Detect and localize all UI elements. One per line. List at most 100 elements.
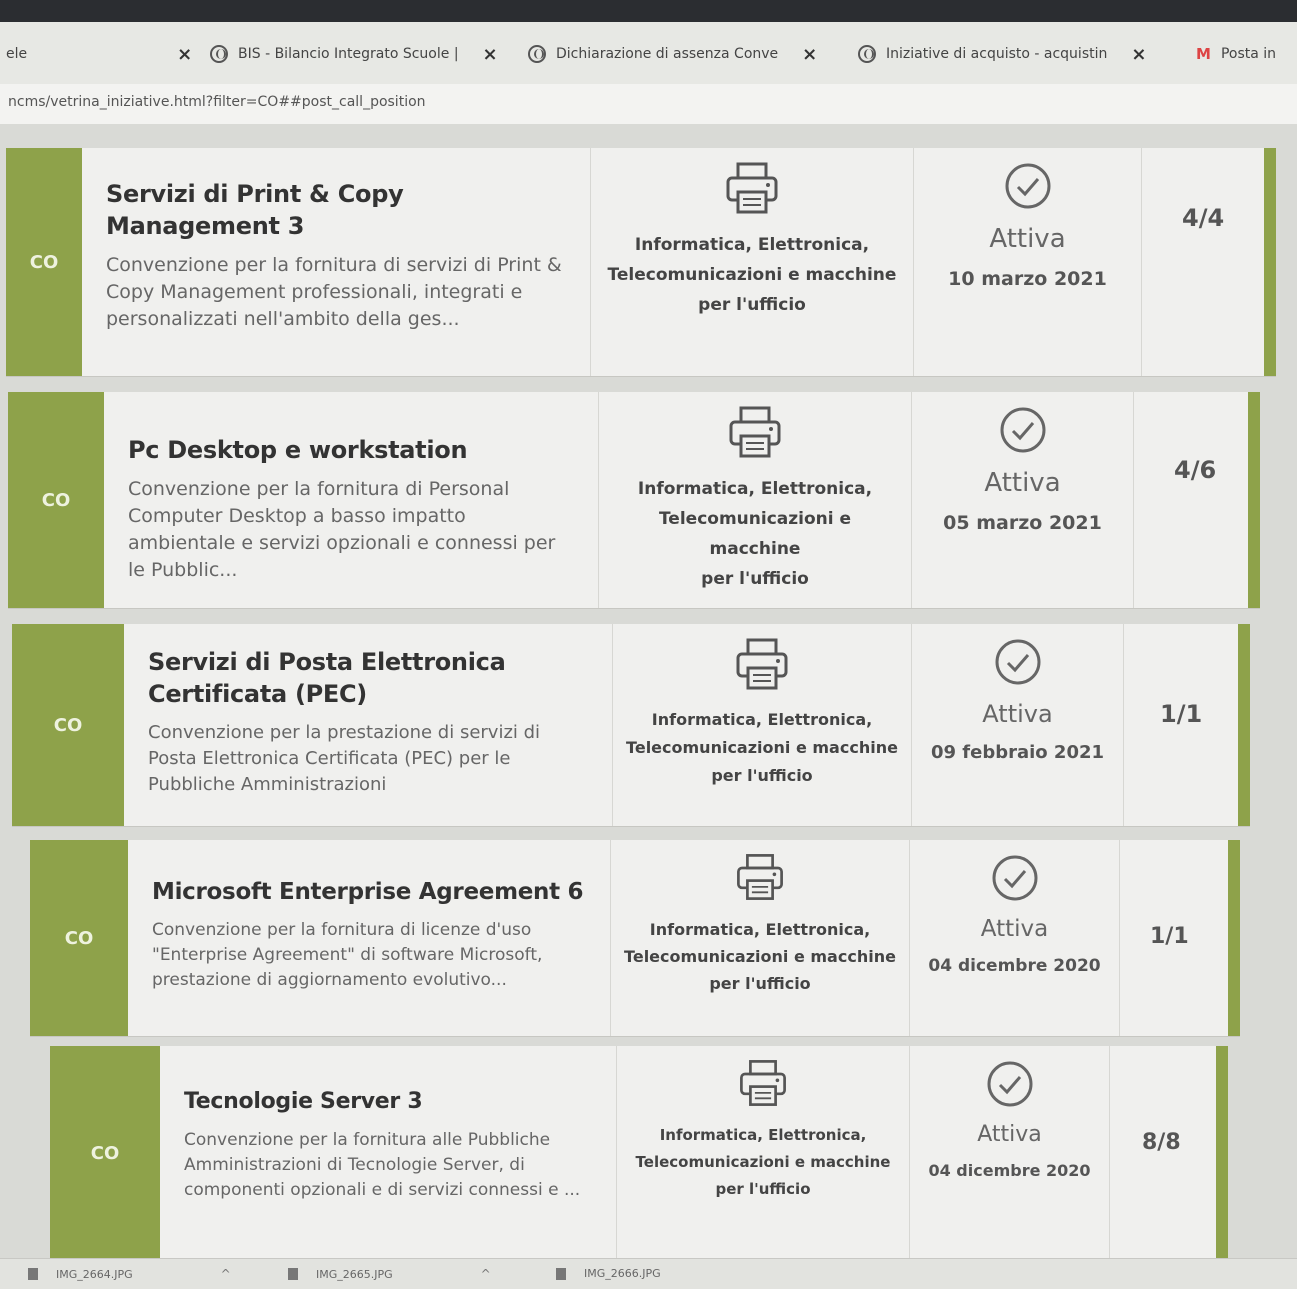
lots-count-cell: 1/1 — [1120, 840, 1228, 1036]
category-label: Informatica, Elettronica, Telecomunicazi… — [591, 230, 913, 320]
lots-count-cell: 4/6 — [1134, 392, 1248, 608]
category-cell: Informatica, Elettronica, Telecomunicazi… — [598, 392, 912, 608]
category-line: Telecomunicazioni e macchine — [658, 509, 852, 559]
initiative-title[interactable]: Microsoft Enterprise Agreement 6 — [152, 876, 584, 908]
lots-count: 1/1 — [1150, 924, 1189, 949]
category-line: per l'ufficio — [701, 569, 809, 589]
printer-icon — [726, 162, 778, 214]
status-cell: Attiva 05 marzo 2021 — [912, 392, 1134, 608]
close-icon[interactable]: × — [483, 44, 498, 65]
type-badge: CO — [8, 392, 104, 608]
download-item[interactable]: IMG_2665.JPG ^ — [288, 1267, 491, 1281]
initiative-description: Convenzione per la fornitura di servizi … — [106, 254, 562, 330]
category-line: Telecomunicazioni e macchine — [626, 738, 898, 757]
lots-count-cell: 4/4 — [1142, 148, 1264, 376]
download-filename: IMG_2665.JPG — [316, 1267, 393, 1281]
browser-tab-4[interactable]: Iniziative di acquisto - acquistin × — [858, 32, 1146, 76]
download-filename: IMG_2666.JPG — [584, 1267, 661, 1280]
browser-tab-2[interactable]: BIS - Bilancio Integrato Scuole | × — [210, 32, 498, 76]
initiative-description: Convenzione per la fornitura alle Pubbli… — [184, 1130, 581, 1200]
tab-title: Iniziative di acquisto - acquistin — [886, 46, 1108, 62]
globe-icon — [210, 45, 228, 63]
category-line: Telecomunicazioni e macchine — [607, 265, 897, 285]
category-label: Informatica, Elettronica, Telecomunicazi… — [617, 1122, 909, 1203]
category-line: Informatica, Elettronica, — [649, 920, 871, 939]
printer-icon — [740, 1060, 786, 1106]
category-line: Telecomunicazioni e macchine — [624, 947, 896, 966]
lots-count: 1/1 — [1160, 700, 1203, 728]
chevron-up-icon[interactable]: ^ — [481, 1267, 491, 1281]
file-icon — [288, 1268, 298, 1280]
category-line: per l'ufficio — [698, 295, 806, 315]
category-line: Telecomunicazioni e macchine — [635, 1153, 891, 1171]
lots-count-cell: 1/1 — [1124, 624, 1238, 826]
initiative-title[interactable]: Servizi di Posta Elettronica Certificata… — [148, 646, 586, 710]
status-date: 09 febbraio 2021 — [930, 742, 1105, 763]
initiative-info: Servizi di Print & Copy Management 3 Con… — [82, 148, 590, 376]
printer-icon — [736, 638, 788, 690]
initiative-description: Convenzione per la fornitura di licenze … — [152, 920, 543, 990]
initiative-row[interactable]: CO Servizi di Print & Copy Management 3 … — [6, 148, 1276, 376]
globe-icon — [858, 45, 876, 63]
type-badge: CO — [50, 1046, 160, 1260]
status-label: Attiva — [977, 1122, 1042, 1147]
printer-icon — [737, 854, 783, 900]
lots-count: 8/8 — [1142, 1130, 1181, 1155]
initiative-title[interactable]: Servizi di Print & Copy Management 3 — [106, 178, 564, 242]
type-badge: CO — [30, 840, 128, 1036]
status-label: Attiva — [982, 700, 1053, 728]
close-icon[interactable]: × — [802, 44, 817, 65]
browser-tab-strip: ele × BIS - Bilancio Integrato Scuole | … — [0, 22, 1297, 85]
url-text[interactable]: ncms/vetrina_iniziative.html?filter=CO##… — [8, 94, 426, 110]
category-line: per l'ufficio — [711, 766, 813, 785]
close-icon[interactable]: × — [177, 44, 192, 65]
status-label: Attiva — [980, 916, 1049, 942]
browser-tab-1[interactable]: ele × — [6, 32, 192, 76]
download-filename: IMG_2664.JPG — [56, 1267, 133, 1281]
printer-icon — [729, 406, 781, 458]
file-icon — [556, 1267, 566, 1280]
initiative-row[interactable]: CO Microsoft Enterprise Agreement 6 Conv… — [30, 840, 1240, 1036]
tab-title: ele — [6, 46, 28, 62]
status-cell: Attiva 10 marzo 2021 — [914, 148, 1142, 376]
category-label: Informatica, Elettronica, Telecomunicazi… — [599, 474, 911, 594]
browser-tab-5[interactable]: M Posta in — [1196, 32, 1276, 76]
category-cell: Informatica, Elettronica, Telecomunicazi… — [590, 148, 914, 376]
close-icon[interactable]: × — [1131, 44, 1146, 65]
status-cell: Attiva 04 dicembre 2020 — [910, 840, 1120, 1036]
initiative-row[interactable]: CO Pc Desktop e workstation Convenzione … — [8, 392, 1260, 608]
tab-title: Posta in — [1220, 46, 1277, 62]
category-line: Informatica, Elettronica, — [659, 1126, 867, 1144]
file-icon — [28, 1268, 38, 1280]
initiative-info: Tecnologie Server 3 Convenzione per la f… — [160, 1046, 616, 1260]
initiative-title[interactable]: Pc Desktop e workstation — [128, 434, 572, 466]
download-item[interactable]: IMG_2666.JPG — [556, 1267, 661, 1280]
check-circle-icon — [1000, 407, 1045, 453]
category-cell: Informatica, Elettronica, Telecomunicazi… — [616, 1046, 910, 1260]
download-item[interactable]: IMG_2664.JPG ^ — [28, 1267, 231, 1281]
status-date: 10 marzo 2021 — [948, 268, 1107, 290]
status-date: 04 dicembre 2020 — [928, 956, 1101, 976]
status-cell: Attiva 04 dicembre 2020 — [910, 1046, 1110, 1260]
chevron-up-icon[interactable]: ^ — [221, 1267, 231, 1281]
category-line: Informatica, Elettronica, — [634, 235, 870, 255]
initiative-row[interactable]: CO Tecnologie Server 3 Convenzione per l… — [50, 1046, 1228, 1260]
initiative-row[interactable]: CO Servizi di Posta Elettronica Certific… — [12, 624, 1250, 826]
initiative-title[interactable]: Tecnologie Server 3 — [184, 1086, 590, 1118]
lots-count: 4/4 — [1182, 204, 1225, 232]
initiative-description: Convenzione per la prestazione di serviz… — [148, 722, 541, 795]
check-circle-icon — [992, 855, 1037, 901]
check-circle-icon — [1005, 163, 1050, 209]
address-bar[interactable]: ncms/vetrina_iniziative.html?filter=CO##… — [0, 84, 1297, 124]
type-badge: CO — [12, 624, 124, 826]
status-date: 05 marzo 2021 — [943, 512, 1102, 534]
category-line: Informatica, Elettronica, — [651, 710, 873, 729]
initiatives-list: CO Servizi di Print & Copy Management 3 … — [0, 124, 1297, 1260]
status-label: Attiva — [989, 224, 1066, 254]
initiative-info: Microsoft Enterprise Agreement 6 Convenz… — [128, 840, 610, 1036]
status-label: Attiva — [984, 468, 1061, 498]
initiative-description: Convenzione per la fornitura di Personal… — [128, 478, 556, 581]
browser-tab-3[interactable]: Dichiarazione di assenza Conve × — [528, 32, 817, 76]
category-line: Informatica, Elettronica, — [637, 479, 873, 499]
screen-top-edge — [0, 0, 1297, 22]
